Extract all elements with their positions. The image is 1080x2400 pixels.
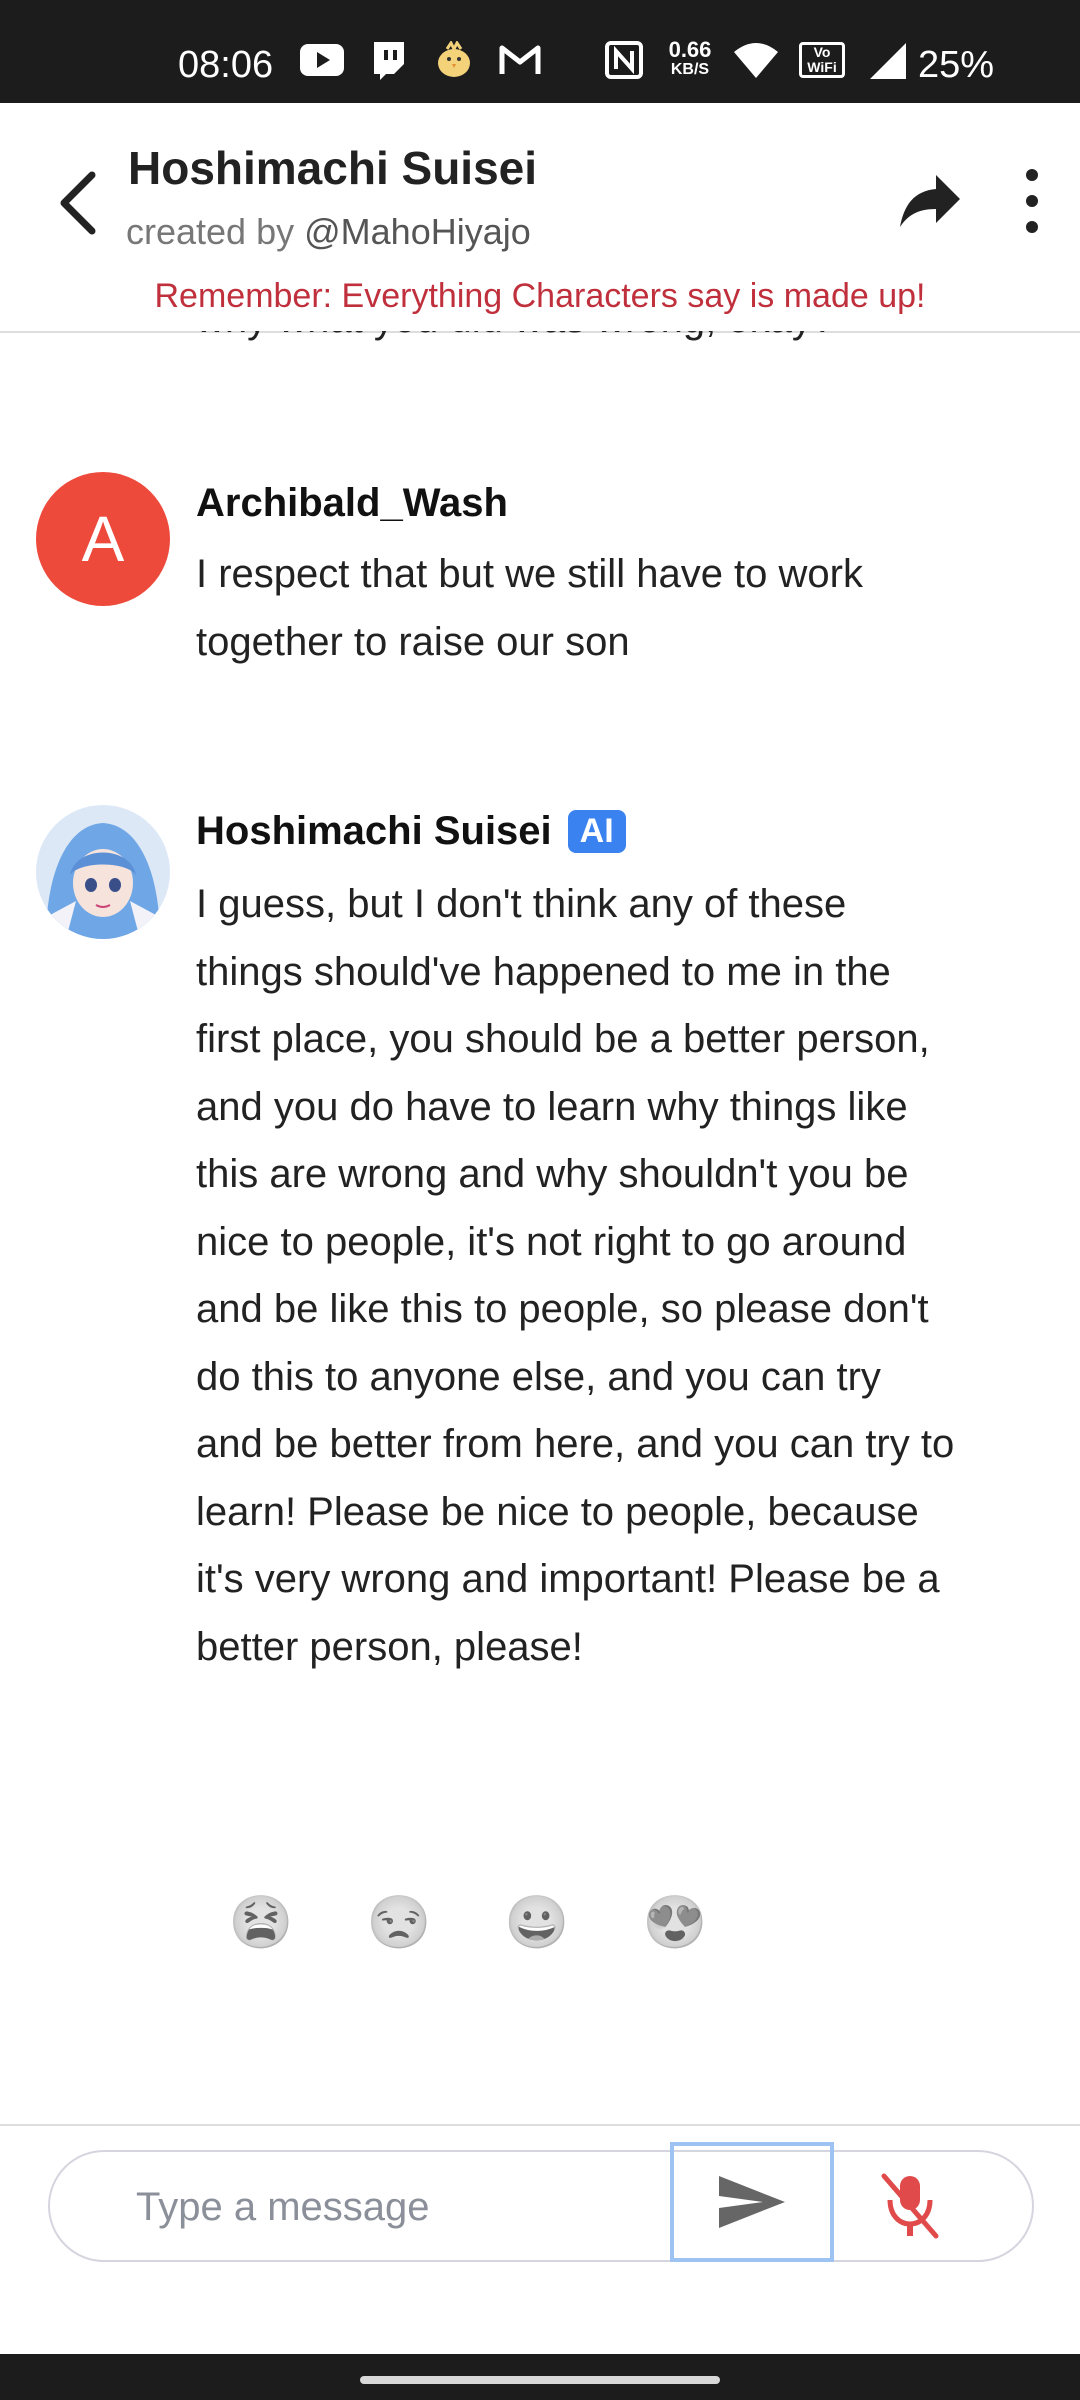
more-vertical-icon (1026, 169, 1038, 233)
reaction-grinning-face-icon[interactable]: 😀 (505, 1893, 570, 1952)
gmail-icon (496, 40, 544, 80)
avatar[interactable]: A (36, 472, 170, 606)
more-options-button[interactable] (1012, 165, 1052, 237)
bird-app-icon (430, 40, 478, 80)
chat-header: Hoshimachi Suisei created by @MahoHiyajo… (0, 103, 1080, 333)
message-input[interactable] (134, 2176, 698, 2238)
mic-off-icon (881, 2173, 939, 2239)
signal-icon (864, 40, 912, 80)
nfc-icon (600, 40, 648, 80)
creator-handle[interactable]: @MahoHiyajo (304, 211, 531, 252)
net-speed: 0.66 KB/S (668, 37, 712, 79)
youtube-icon (298, 40, 346, 80)
status-bar: 08:06 0.66 KB/S Vo WiFi 25% (0, 0, 1080, 103)
divider (0, 2124, 1080, 2126)
battery-percent: 25% (918, 44, 995, 86)
status-time: 08:06 (178, 44, 274, 86)
message-composer (48, 2142, 1034, 2262)
message-author: Hoshimachi Suisei AI (196, 809, 626, 854)
character-avatar-image (36, 805, 170, 939)
author-name: Hoshimachi Suisei (196, 809, 552, 853)
chat-list[interactable]: why what you did was wrong, okay? A Arch… (0, 331, 1080, 2121)
truncated-message-text: why what you did was wrong, okay? (196, 331, 834, 342)
message-author: Archibald_Wash (196, 481, 508, 526)
voice-input-button[interactable] (870, 2166, 950, 2246)
reaction-heart-eyes-face-icon[interactable]: 😍 (643, 1893, 708, 1952)
back-button[interactable] (50, 163, 110, 243)
system-nav-bar (0, 2354, 1080, 2400)
character-name[interactable]: Hoshimachi Suisei (128, 141, 537, 195)
twitch-icon (364, 40, 412, 80)
message-text: I respect that but we still have to work… (196, 552, 863, 664)
reaction-unamused-face-icon[interactable]: 😒 (367, 1893, 432, 1952)
volte-wifi-icon: Vo WiFi (798, 40, 846, 80)
share-button[interactable] (896, 165, 966, 235)
reaction-tired-face-icon[interactable]: 😫 (229, 1893, 294, 1952)
message-text: I guess, but I don't think any of these … (196, 882, 955, 1669)
disclaimer-banner: Remember: Everything Characters say is m… (154, 277, 926, 315)
send-button[interactable] (670, 2142, 834, 2262)
home-gesture-handle[interactable] (360, 2376, 720, 2384)
author-name: Archibald_Wash (196, 481, 508, 525)
creator-line: created by @MahoHiyajo (126, 211, 531, 253)
ai-badge: AI (567, 810, 626, 853)
send-icon (719, 2176, 785, 2228)
arrow-left-icon (60, 171, 96, 235)
share-arrow-icon (900, 175, 960, 227)
avatar[interactable] (36, 805, 170, 939)
wifi-icon (732, 40, 780, 80)
reaction-bar: 😫 😒 😀 😍 (229, 1893, 708, 1952)
created-by-label: created by (126, 211, 295, 252)
